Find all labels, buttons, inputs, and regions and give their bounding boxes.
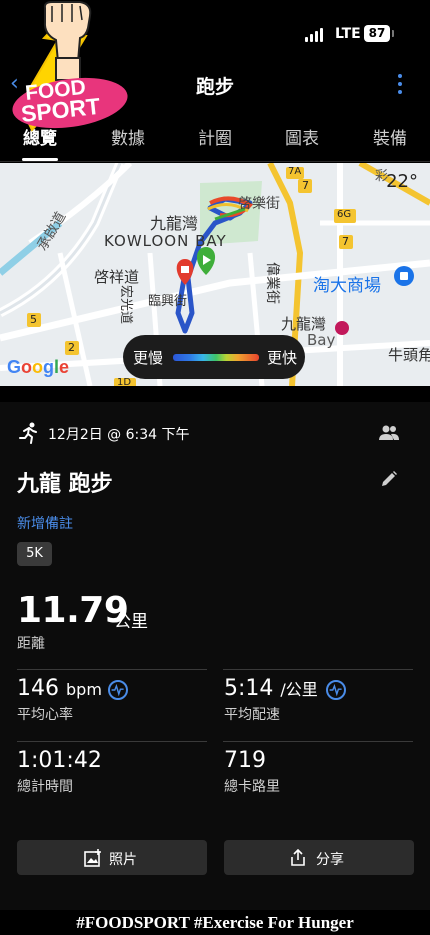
heart-rate-zone-icon[interactable] [108, 680, 128, 700]
add-note-link[interactable]: 新增備註 [17, 513, 73, 533]
map-label: 臨興街 [148, 294, 188, 309]
avg-pace-value: 5:14 [224, 676, 274, 701]
pace-zone-icon[interactable] [326, 680, 346, 700]
distance-unit: 公里 [114, 612, 148, 632]
total-time-value: 1:01:42 [17, 748, 102, 773]
map-label: KOWLOON BAY [104, 232, 227, 250]
divider [17, 669, 207, 670]
avg-pace-unit: /公里 [280, 680, 318, 699]
route-shield: 6G [337, 209, 352, 220]
running-icon [19, 422, 37, 444]
photos-button[interactable]: 照片 [17, 840, 207, 875]
calories-value: 719 [224, 748, 266, 773]
share-label: 分享 [316, 852, 344, 868]
calories-stat: 719 總卡路里 [224, 748, 280, 796]
more-options-icon[interactable] [390, 72, 410, 96]
activity-datetime: 12月2日 @ 6:34 下午 [48, 427, 190, 443]
route-shield: 7 [342, 235, 349, 248]
avg-heart-rate-stat: 146 bpm 平均心率 [17, 676, 102, 724]
share-button[interactable]: 分享 [224, 840, 414, 875]
pace-slow-label: 更慢 [133, 349, 164, 367]
avg-heart-rate-unit: bpm [66, 680, 102, 699]
activity-name: 九龍 跑步 [17, 472, 113, 497]
divider [17, 741, 207, 742]
avg-pace-stat: 5:14 /公里 平均配速 [224, 676, 318, 724]
distance-badge: 5K [17, 542, 52, 566]
route-shield: 7A [288, 166, 302, 177]
map-label: 偉業街 [264, 262, 280, 304]
avg-heart-rate-label: 平均心率 [17, 707, 73, 723]
battery-icon: 87 [364, 25, 394, 42]
people-icon[interactable] [378, 424, 400, 442]
pace-gradient-bar [173, 354, 259, 361]
hashtag-caption: #FOODSPORT #Exercise For Hunger [76, 913, 354, 932]
map-label: 宏光道 [118, 284, 134, 325]
map-label: 啓祥道 [94, 268, 140, 286]
map-label: 九龍灣 [150, 214, 199, 233]
map-label: Bay [307, 331, 336, 349]
tab-laps[interactable]: 計圈 [175, 124, 255, 149]
map-label: 牛頭角 [388, 346, 430, 364]
signal-icon [305, 28, 327, 42]
route-shield: 5 [30, 313, 37, 326]
google-attribution: Google [7, 357, 70, 377]
total-time-stat: 1:01:42 總計時間 [17, 748, 102, 796]
pace-fast-label: 更快 [266, 349, 297, 367]
map-label: 啓樂街 [238, 196, 280, 212]
total-time-label: 總計時間 [17, 779, 73, 795]
photos-label: 照片 [109, 852, 137, 868]
calories-label: 總卡路里 [224, 779, 280, 795]
network-label: LTE [335, 26, 361, 42]
foodsport-logo: FOOD SPORT [12, 0, 128, 132]
tab-active-indicator [22, 158, 58, 161]
route-shield: 2 [68, 341, 75, 354]
pace-legend: 更慢 更快 [123, 335, 305, 379]
tab-charts[interactable]: 圖表 [262, 124, 342, 149]
map-label: 淘大商場 [313, 276, 381, 296]
distance-label: 距離 [17, 636, 45, 652]
divider [223, 741, 413, 742]
route-shield: 7 [302, 179, 309, 192]
tab-gear[interactable]: 裝備 [350, 124, 430, 149]
temperature-label: 22° [386, 171, 418, 192]
pencil-icon[interactable] [380, 470, 398, 488]
avg-pace-label: 平均配速 [224, 707, 280, 723]
divider [223, 669, 413, 670]
route-shield: 1D [117, 377, 132, 386]
distance-value: 11.79 [17, 590, 129, 631]
avg-heart-rate-value: 146 [17, 676, 59, 701]
section-divider [0, 386, 430, 402]
